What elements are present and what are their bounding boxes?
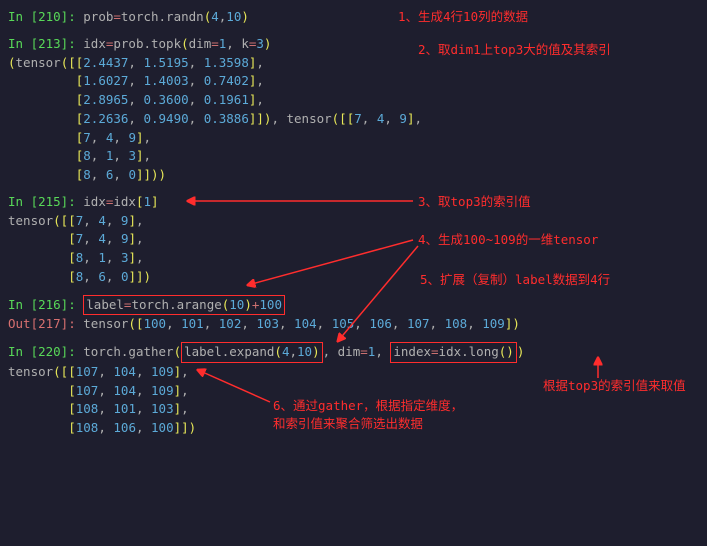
prompt-215: In [215]: — [8, 194, 83, 209]
block-210: In [210]: prob=torch.randn(4,10) 1、生成4行1… — [8, 8, 699, 27]
result-213g: [8, 6, 0]])) — [8, 166, 699, 185]
highlight-index: index=idx.long() — [390, 342, 516, 363]
annotation-5: 5、扩展（复制）label数据到4行 — [420, 271, 610, 290]
prompt-213: In [213]: — [8, 36, 83, 51]
result-213d: [2.2636, 0.9490, 0.3886]]), tensor([[7, … — [8, 110, 699, 129]
result-213c: [2.8965, 0.3600, 0.1961], — [8, 91, 699, 110]
result-213f: [8, 1, 3], — [8, 147, 699, 166]
block-216: In [216]: label=torch.arange(10)+100 Out… — [8, 295, 699, 335]
prompt-210: In [210]: — [8, 9, 83, 24]
annotation-4: 4、生成100~109的一维tensor — [418, 231, 598, 250]
annotation-6a: 6、通过gather，根据指定维度， — [273, 397, 463, 416]
block-220: In [220]: torch.gather(label.expand(4,10… — [8, 342, 699, 438]
code-213: idx=prob.topk(dim=1, k=3) — [83, 36, 271, 51]
prompt-216: In [216]: — [8, 297, 83, 312]
arrow-icon — [318, 241, 438, 351]
arrow-icon — [568, 356, 628, 381]
annotation-6b: 和索引值来聚合筛选出数据 — [273, 415, 423, 434]
code-215: idx=idx[1] — [83, 194, 158, 209]
arrow-icon — [188, 360, 288, 410]
code-220: torch.gather(label.expand(4,10), dim=1, … — [83, 344, 524, 359]
prompt-220: In [220]: — [8, 344, 83, 359]
annotation-2: 2、取dim1上top3大的值及其索引 — [418, 41, 611, 60]
annotation-3: 3、取top3的索引值 — [418, 193, 531, 212]
block-213: In [213]: idx=prob.topk(dim=1, k=3) 2、取d… — [8, 35, 699, 185]
prompt-217: Out[217]: — [8, 316, 83, 331]
code-210: prob=torch.randn(4,10) — [83, 9, 249, 24]
highlight-arange: label=torch.arange(10)+100 — [83, 295, 285, 316]
result-217: tensor([100, 101, 102, 103, 104, 105, 10… — [83, 316, 520, 331]
annotation-1: 1、生成4行10列的数据 — [398, 8, 528, 27]
result-213e: [7, 4, 9], — [8, 129, 699, 148]
result-213b: [1.6027, 1.4003, 0.7402], — [8, 72, 699, 91]
